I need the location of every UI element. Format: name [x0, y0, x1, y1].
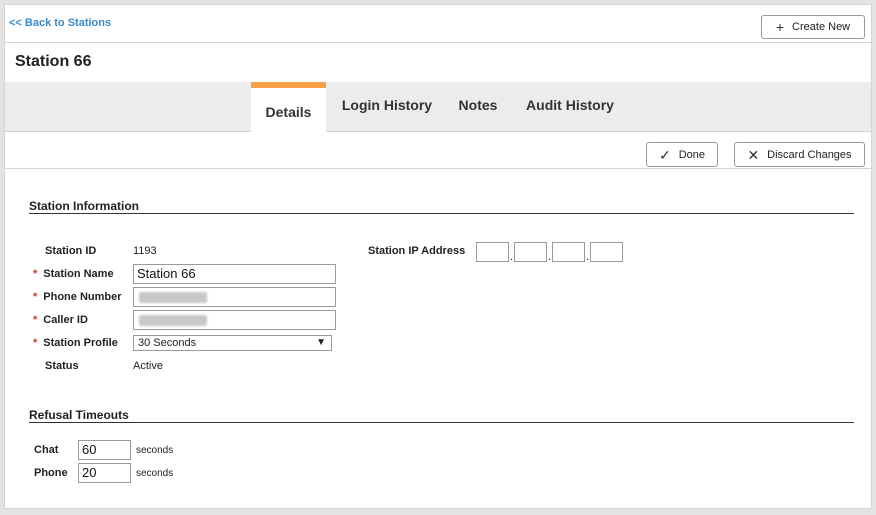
status-label: Status: [45, 360, 79, 372]
tab-bar: Details Login History Notes Audit Histor…: [5, 82, 871, 133]
station-profile-label-row: * Station Profile: [33, 337, 118, 349]
back-to-stations-link[interactable]: << Back to Stations: [9, 17, 111, 29]
tab-details[interactable]: Details: [251, 82, 326, 133]
station-profile-value: 30 Seconds: [138, 337, 197, 349]
done-label: Done: [678, 148, 706, 161]
phone-number-input[interactable]: [133, 287, 336, 307]
redacted-value: [139, 292, 207, 303]
ip-dot: .: [586, 251, 590, 263]
ip-octet-1-input[interactable]: [476, 242, 509, 262]
required-marker: *: [33, 337, 38, 349]
station-id-value: 1193: [133, 245, 157, 257]
close-icon: ✕: [747, 146, 760, 163]
action-divider: [5, 168, 871, 169]
ip-octet-3-input[interactable]: [552, 242, 585, 262]
phone-number-label: Phone Number: [43, 291, 122, 303]
required-marker: *: [33, 291, 38, 303]
top-bar: << Back to Stations + Create New: [5, 5, 871, 43]
station-id-label: Station ID: [45, 245, 97, 257]
checkmark-icon: ✓: [658, 146, 671, 163]
phone-unit-label: seconds: [136, 468, 174, 479]
station-name-input[interactable]: Station 66: [133, 264, 336, 284]
plus-icon: +: [775, 19, 785, 35]
discard-changes-button[interactable]: ✕ Discard Changes: [734, 142, 865, 167]
station-detail-panel: << Back to Stations + Create New Station…: [4, 4, 872, 509]
chat-unit-label: seconds: [136, 445, 174, 456]
tab-audit-history[interactable]: Audit History: [519, 82, 621, 132]
page-title: Station 66: [15, 53, 92, 70]
ip-octet-4-input[interactable]: [590, 242, 623, 262]
station-name-label: Station Name: [43, 268, 114, 280]
section-rule: [29, 213, 854, 214]
ip-dot: .: [510, 251, 514, 263]
caller-id-label-row: * Caller ID: [33, 314, 88, 326]
ip-dot: .: [548, 251, 552, 263]
caller-id-label: Caller ID: [43, 314, 88, 326]
station-profile-label: Station Profile: [43, 337, 118, 349]
tab-notes[interactable]: Notes: [453, 82, 503, 132]
station-information-heading: Station Information: [29, 199, 139, 213]
tab-login-history[interactable]: Login History: [337, 82, 437, 132]
phone-number-label-row: * Phone Number: [33, 291, 122, 303]
status-value: Active: [133, 360, 163, 372]
phone-timeout-input[interactable]: 20: [78, 463, 131, 483]
station-name-label-row: * Station Name: [33, 268, 114, 280]
dropdown-arrow-icon: ▼: [316, 337, 326, 348]
redacted-value: [139, 315, 207, 326]
discard-changes-label: Discard Changes: [767, 148, 852, 161]
required-marker: *: [33, 314, 38, 326]
ip-octet-2-input[interactable]: [514, 242, 547, 262]
station-ip-address-label: Station IP Address: [368, 245, 466, 257]
phone-label: Phone: [34, 467, 68, 479]
create-new-button[interactable]: + Create New: [761, 15, 865, 39]
chat-timeout-input[interactable]: 60: [78, 440, 131, 460]
required-marker: *: [33, 268, 38, 280]
done-button[interactable]: ✓ Done: [646, 142, 718, 167]
station-profile-select[interactable]: 30 Seconds ▼: [133, 335, 332, 351]
create-new-label: Create New: [792, 21, 851, 33]
refusal-timeouts-heading: Refusal Timeouts: [29, 408, 129, 422]
chat-label: Chat: [34, 444, 59, 456]
caller-id-input[interactable]: [133, 310, 336, 330]
section-rule: [29, 422, 854, 423]
